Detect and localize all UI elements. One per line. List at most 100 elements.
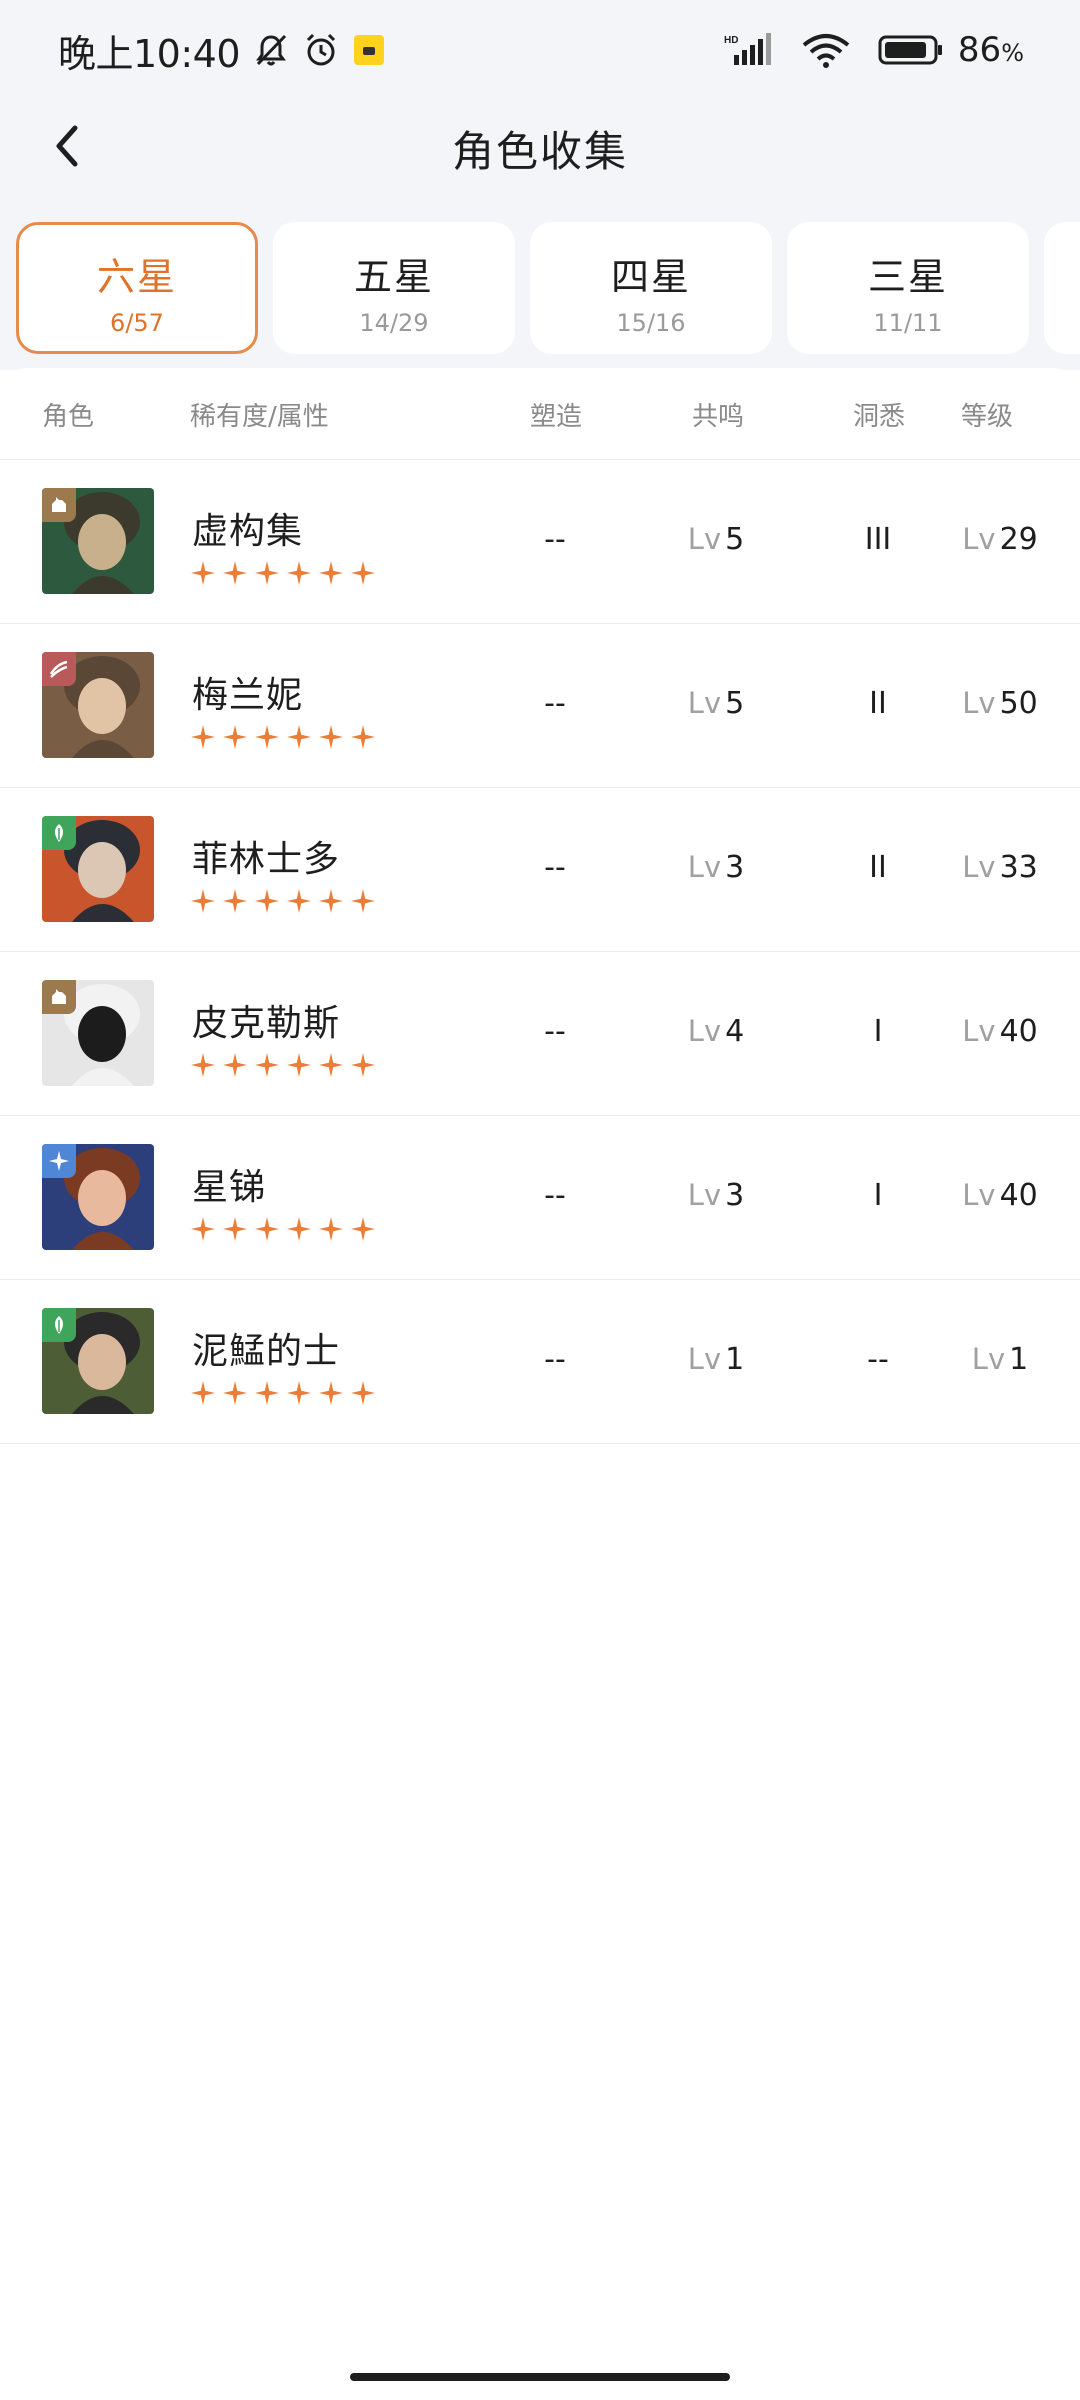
mute-bell-icon [252, 31, 290, 69]
tab-six-star[interactable]: 六星 6/57 [16, 222, 258, 354]
tab-five-star[interactable]: 五星 14/29 [273, 222, 515, 354]
character-level: Lv 40 [940, 1014, 1060, 1049]
column-rarity: 稀有度/属性 [190, 402, 329, 432]
tab-next-partial[interactable] [1044, 222, 1080, 354]
tab-label: 五星 [353, 255, 434, 299]
insight-value: II [869, 686, 887, 721]
column-resonance: 共鸣 [692, 402, 745, 432]
tab-label: 三星 [867, 255, 948, 299]
star-icon [350, 1380, 376, 1406]
character-level-value: 50 [999, 686, 1038, 721]
resonance-level-value: 1 [725, 1342, 745, 1377]
character-portrait [42, 488, 154, 594]
resonance-level-value: 5 [725, 686, 745, 721]
star-icon [286, 1380, 312, 1406]
character-name: 泥鯭的士 [192, 1331, 341, 1372]
tab-label: 六星 [96, 255, 177, 299]
character-level: Lv 33 [940, 850, 1060, 885]
rarity-stars [190, 724, 376, 750]
star-icon [254, 1380, 280, 1406]
lv-prefix: Lv [687, 1342, 722, 1376]
character-level: Lv 1 [940, 1342, 1060, 1377]
star-icon [222, 724, 248, 750]
rarity-stars [190, 560, 376, 586]
rarity-stars [190, 1216, 376, 1242]
lv-prefix: Lv [962, 522, 996, 556]
star-icon [318, 724, 344, 750]
character-list-panel: 角色 稀有度/属性 塑造 共鸣 洞悉 等级 虚构集 -- Lv 5 III Lv 29 梅兰妮… [0, 368, 1080, 2400]
character-row[interactable]: 皮克勒斯 -- Lv 4 I Lv 40 [0, 952, 1080, 1116]
insight-value: I [873, 1014, 883, 1049]
shape-value: -- [544, 1178, 566, 1213]
lv-prefix: Lv [687, 1178, 722, 1212]
tab-four-star[interactable]: 四星 15/16 [530, 222, 772, 354]
character-row[interactable]: 梅兰妮 -- Lv 5 II Lv 50 [0, 624, 1080, 788]
lv-prefix: Lv [962, 850, 996, 884]
character-level-value: 40 [999, 1014, 1038, 1049]
star-icon [254, 888, 280, 914]
tab-count: 6/57 [110, 309, 164, 337]
resonance-level-value: 5 [725, 522, 745, 557]
star-icon [190, 888, 216, 914]
shape-value: -- [544, 686, 566, 721]
resonance-level: Lv 5 [651, 522, 781, 557]
column-shape: 塑造 [530, 402, 583, 432]
resonance-level: Lv 3 [651, 850, 781, 885]
lv-prefix: Lv [687, 850, 722, 884]
star-icon [222, 1216, 248, 1242]
leaf-icon [42, 816, 76, 850]
star-icon [286, 560, 312, 586]
star-icon [222, 888, 248, 914]
tab-three-star[interactable]: 三星 11/11 [787, 222, 1029, 354]
status-time: 晚上10:40 [58, 31, 241, 76]
character-level-value: 1 [1009, 1342, 1029, 1377]
tab-label: 四星 [610, 255, 691, 299]
character-level-value: 33 [999, 850, 1038, 885]
column-level: 等级 [961, 402, 1014, 432]
battery-unit: % [1001, 39, 1024, 67]
star-icon [190, 724, 216, 750]
page-title: 角色收集 [451, 127, 628, 176]
character-portrait [42, 1144, 154, 1250]
character-name: 梅兰妮 [192, 675, 304, 716]
star-icon [286, 888, 312, 914]
battery-icon [878, 34, 944, 66]
character-name: 菲林士多 [192, 839, 341, 880]
star-icon [286, 1216, 312, 1242]
resonance-level: Lv 5 [651, 686, 781, 721]
insight-value: III [864, 522, 892, 557]
star-icon [190, 1216, 216, 1242]
star-icon [254, 724, 280, 750]
character-level: Lv 29 [940, 522, 1060, 557]
character-row[interactable]: 菲林士多 -- Lv 3 II Lv 33 [0, 788, 1080, 952]
star-icon [350, 1216, 376, 1242]
battery-percent: 86% [958, 30, 1024, 70]
star-icon [190, 560, 216, 586]
resonance-level: Lv 1 [651, 1342, 781, 1377]
resonance-level: Lv 4 [651, 1014, 781, 1049]
resonance-level-value: 4 [725, 1014, 745, 1049]
character-row[interactable]: 虚构集 -- Lv 5 III Lv 29 [0, 460, 1080, 624]
column-insight: 洞悉 [853, 402, 906, 432]
status-bar: 晚上10:40 HD 86% [0, 0, 1080, 100]
star-icon [222, 1052, 248, 1078]
resonance-level-value: 3 [725, 850, 745, 885]
character-row[interactable]: 泥鯭的士 -- Lv 1 -- Lv 1 [0, 1280, 1080, 1444]
star-icon [42, 1144, 76, 1178]
star-icon [254, 1052, 280, 1078]
character-portrait [42, 816, 154, 922]
rarity-tabs: 六星 6/57 五星 14/29 四星 15/16 三星 11/11 [16, 222, 1080, 354]
character-level: Lv 50 [940, 686, 1060, 721]
signal-icon: HD [724, 33, 774, 67]
shape-value: -- [544, 1014, 566, 1049]
home-indicator[interactable] [350, 2373, 730, 2381]
star-icon [318, 1380, 344, 1406]
star-icon [318, 560, 344, 586]
character-row[interactable]: 星锑 -- Lv 3 I Lv 40 [0, 1116, 1080, 1280]
insight-value: II [869, 850, 887, 885]
star-icon [350, 724, 376, 750]
star-icon [350, 888, 376, 914]
character-name: 虚构集 [192, 511, 304, 552]
character-level-value: 40 [999, 1178, 1038, 1213]
star-icon [318, 1052, 344, 1078]
